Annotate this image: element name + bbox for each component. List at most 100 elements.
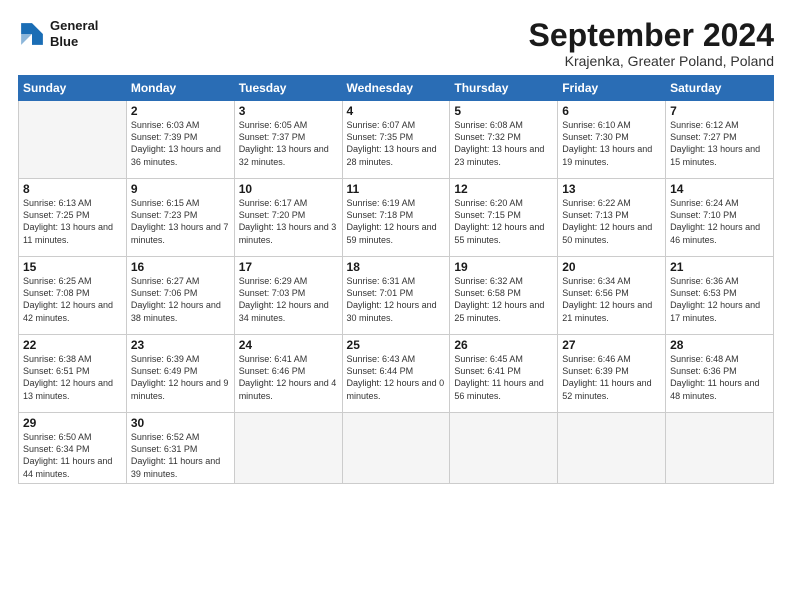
day-info: Sunrise: 6:25 AM Sunset: 7:08 PM Dayligh… <box>23 275 122 324</box>
header-monday: Monday <box>126 76 234 101</box>
day-info: Sunrise: 6:34 AM Sunset: 6:56 PM Dayligh… <box>562 275 661 324</box>
day-info: Sunrise: 6:52 AM Sunset: 6:31 PM Dayligh… <box>131 431 230 480</box>
table-row: 26Sunrise: 6:45 AM Sunset: 6:41 PM Dayli… <box>450 335 558 413</box>
day-number: 7 <box>670 104 769 118</box>
day-info: Sunrise: 6:19 AM Sunset: 7:18 PM Dayligh… <box>347 197 446 246</box>
day-number: 4 <box>347 104 446 118</box>
day-number: 6 <box>562 104 661 118</box>
day-info: Sunrise: 6:22 AM Sunset: 7:13 PM Dayligh… <box>562 197 661 246</box>
day-info: Sunrise: 6:50 AM Sunset: 6:34 PM Dayligh… <box>23 431 122 480</box>
table-row <box>450 413 558 484</box>
day-info: Sunrise: 6:08 AM Sunset: 7:32 PM Dayligh… <box>454 119 553 168</box>
day-number: 20 <box>562 260 661 274</box>
day-info: Sunrise: 6:12 AM Sunset: 7:27 PM Dayligh… <box>670 119 769 168</box>
day-info: Sunrise: 6:32 AM Sunset: 6:58 PM Dayligh… <box>454 275 553 324</box>
table-row: 29Sunrise: 6:50 AM Sunset: 6:34 PM Dayli… <box>19 413 127 484</box>
calendar-week-row: 15Sunrise: 6:25 AM Sunset: 7:08 PM Dayli… <box>19 257 774 335</box>
table-row: 2Sunrise: 6:03 AM Sunset: 7:39 PM Daylig… <box>126 101 234 179</box>
day-number: 16 <box>131 260 230 274</box>
table-row: 5Sunrise: 6:08 AM Sunset: 7:32 PM Daylig… <box>450 101 558 179</box>
day-info: Sunrise: 6:39 AM Sunset: 6:49 PM Dayligh… <box>131 353 230 402</box>
day-number: 23 <box>131 338 230 352</box>
day-number: 19 <box>454 260 553 274</box>
table-row <box>342 413 450 484</box>
day-number: 11 <box>347 182 446 196</box>
header: General Blue September 2024 Krajenka, Gr… <box>18 18 774 69</box>
day-info: Sunrise: 6:15 AM Sunset: 7:23 PM Dayligh… <box>131 197 230 246</box>
table-row: 24Sunrise: 6:41 AM Sunset: 6:46 PM Dayli… <box>234 335 342 413</box>
day-number: 26 <box>454 338 553 352</box>
day-number: 27 <box>562 338 661 352</box>
table-row: 28Sunrise: 6:48 AM Sunset: 6:36 PM Dayli… <box>666 335 774 413</box>
table-row: 17Sunrise: 6:29 AM Sunset: 7:03 PM Dayli… <box>234 257 342 335</box>
table-row: 15Sunrise: 6:25 AM Sunset: 7:08 PM Dayli… <box>19 257 127 335</box>
day-info: Sunrise: 6:29 AM Sunset: 7:03 PM Dayligh… <box>239 275 338 324</box>
table-row: 16Sunrise: 6:27 AM Sunset: 7:06 PM Dayli… <box>126 257 234 335</box>
day-info: Sunrise: 6:13 AM Sunset: 7:25 PM Dayligh… <box>23 197 122 246</box>
day-number: 18 <box>347 260 446 274</box>
table-row <box>666 413 774 484</box>
day-number: 10 <box>239 182 338 196</box>
day-info: Sunrise: 6:38 AM Sunset: 6:51 PM Dayligh… <box>23 353 122 402</box>
day-info: Sunrise: 6:17 AM Sunset: 7:20 PM Dayligh… <box>239 197 338 246</box>
day-number: 30 <box>131 416 230 430</box>
header-thursday: Thursday <box>450 76 558 101</box>
logo-text-general: General <box>50 18 98 34</box>
day-number: 21 <box>670 260 769 274</box>
day-info: Sunrise: 6:45 AM Sunset: 6:41 PM Dayligh… <box>454 353 553 402</box>
table-row: 27Sunrise: 6:46 AM Sunset: 6:39 PM Dayli… <box>558 335 666 413</box>
day-info: Sunrise: 6:24 AM Sunset: 7:10 PM Dayligh… <box>670 197 769 246</box>
day-number: 14 <box>670 182 769 196</box>
table-row <box>19 101 127 179</box>
day-info: Sunrise: 6:05 AM Sunset: 7:37 PM Dayligh… <box>239 119 338 168</box>
table-row: 18Sunrise: 6:31 AM Sunset: 7:01 PM Dayli… <box>342 257 450 335</box>
day-number: 13 <box>562 182 661 196</box>
table-row: 8Sunrise: 6:13 AM Sunset: 7:25 PM Daylig… <box>19 179 127 257</box>
day-info: Sunrise: 6:31 AM Sunset: 7:01 PM Dayligh… <box>347 275 446 324</box>
day-number: 3 <box>239 104 338 118</box>
header-wednesday: Wednesday <box>342 76 450 101</box>
table-row: 13Sunrise: 6:22 AM Sunset: 7:13 PM Dayli… <box>558 179 666 257</box>
day-info: Sunrise: 6:20 AM Sunset: 7:15 PM Dayligh… <box>454 197 553 246</box>
day-number: 15 <box>23 260 122 274</box>
day-number: 25 <box>347 338 446 352</box>
header-saturday: Saturday <box>666 76 774 101</box>
table-row: 21Sunrise: 6:36 AM Sunset: 6:53 PM Dayli… <box>666 257 774 335</box>
logo-icon <box>18 20 46 48</box>
table-row: 7Sunrise: 6:12 AM Sunset: 7:27 PM Daylig… <box>666 101 774 179</box>
day-number: 28 <box>670 338 769 352</box>
day-info: Sunrise: 6:43 AM Sunset: 6:44 PM Dayligh… <box>347 353 446 402</box>
day-info: Sunrise: 6:48 AM Sunset: 6:36 PM Dayligh… <box>670 353 769 402</box>
day-number: 22 <box>23 338 122 352</box>
day-info: Sunrise: 6:41 AM Sunset: 6:46 PM Dayligh… <box>239 353 338 402</box>
calendar-week-row: 29Sunrise: 6:50 AM Sunset: 6:34 PM Dayli… <box>19 413 774 484</box>
header-tuesday: Tuesday <box>234 76 342 101</box>
table-row: 4Sunrise: 6:07 AM Sunset: 7:35 PM Daylig… <box>342 101 450 179</box>
calendar-week-row: 8Sunrise: 6:13 AM Sunset: 7:25 PM Daylig… <box>19 179 774 257</box>
table-row: 20Sunrise: 6:34 AM Sunset: 6:56 PM Dayli… <box>558 257 666 335</box>
table-row <box>234 413 342 484</box>
table-row <box>558 413 666 484</box>
day-number: 24 <box>239 338 338 352</box>
day-number: 8 <box>23 182 122 196</box>
day-number: 17 <box>239 260 338 274</box>
day-number: 2 <box>131 104 230 118</box>
day-number: 5 <box>454 104 553 118</box>
table-row: 6Sunrise: 6:10 AM Sunset: 7:30 PM Daylig… <box>558 101 666 179</box>
table-row: 9Sunrise: 6:15 AM Sunset: 7:23 PM Daylig… <box>126 179 234 257</box>
header-friday: Friday <box>558 76 666 101</box>
calendar-week-row: 22Sunrise: 6:38 AM Sunset: 6:51 PM Dayli… <box>19 335 774 413</box>
logo: General Blue <box>18 18 98 49</box>
table-row: 23Sunrise: 6:39 AM Sunset: 6:49 PM Dayli… <box>126 335 234 413</box>
table-row: 3Sunrise: 6:05 AM Sunset: 7:37 PM Daylig… <box>234 101 342 179</box>
table-row: 30Sunrise: 6:52 AM Sunset: 6:31 PM Dayli… <box>126 413 234 484</box>
month-title: September 2024 <box>529 18 774 53</box>
day-info: Sunrise: 6:27 AM Sunset: 7:06 PM Dayligh… <box>131 275 230 324</box>
table-row: 11Sunrise: 6:19 AM Sunset: 7:18 PM Dayli… <box>342 179 450 257</box>
table-row: 14Sunrise: 6:24 AM Sunset: 7:10 PM Dayli… <box>666 179 774 257</box>
logo-text-blue: Blue <box>50 34 98 50</box>
title-block: September 2024 Krajenka, Greater Poland,… <box>529 18 774 69</box>
day-number: 9 <box>131 182 230 196</box>
table-row: 25Sunrise: 6:43 AM Sunset: 6:44 PM Dayli… <box>342 335 450 413</box>
calendar-week-row: 2Sunrise: 6:03 AM Sunset: 7:39 PM Daylig… <box>19 101 774 179</box>
